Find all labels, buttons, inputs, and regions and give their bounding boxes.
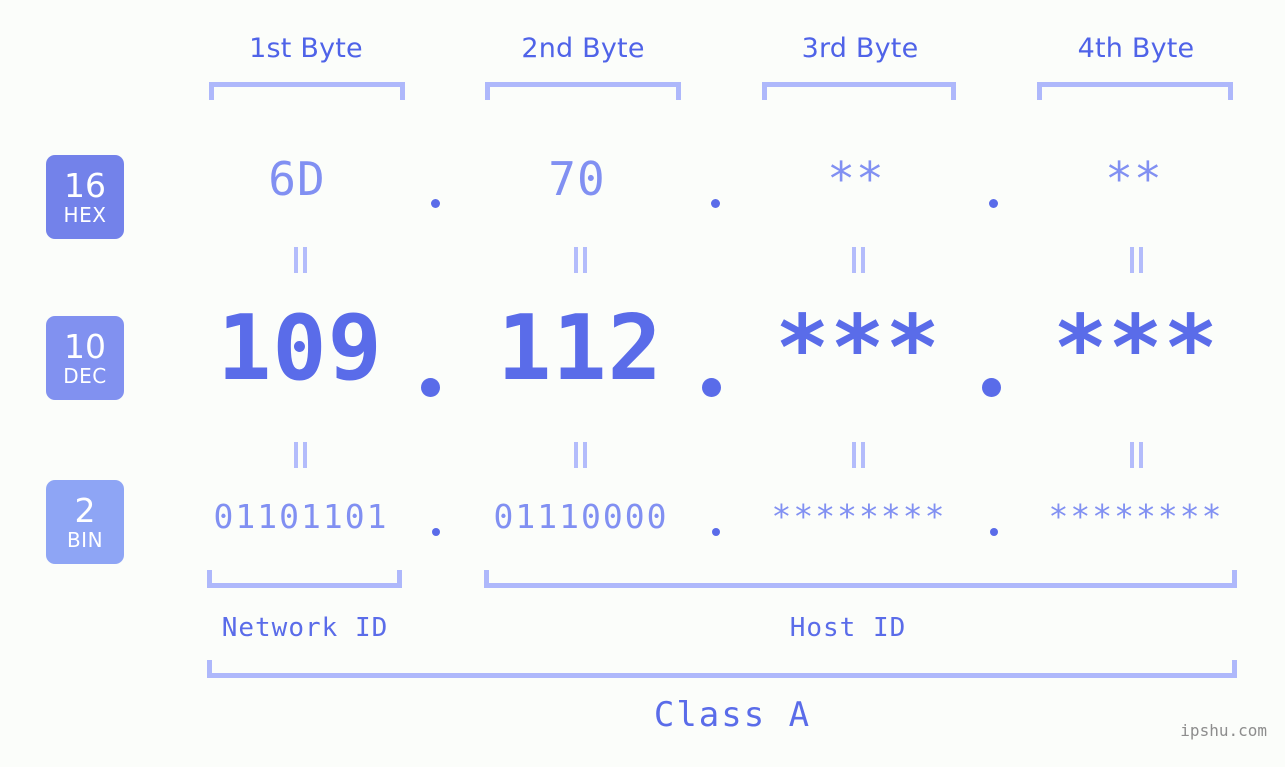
- class-bracket: [207, 660, 1237, 678]
- base-badge-dec-label: DEC: [63, 364, 107, 388]
- network-id-bracket: [207, 570, 402, 588]
- equality-mark-decbin-4: [1130, 442, 1143, 468]
- hex-value-byte-1: 6D: [268, 152, 326, 206]
- byte-bracket-2: [485, 82, 681, 100]
- base-badge-hex: 16 HEX: [46, 155, 124, 239]
- byte-header-1: 1st Byte: [249, 33, 363, 64]
- byte-bracket-4: [1037, 82, 1233, 100]
- base-badge-bin-number: 2: [74, 491, 96, 530]
- hex-value-byte-2: 70: [548, 152, 606, 206]
- byte-header-3: 3rd Byte: [801, 33, 919, 64]
- hex-separator-dot-3: [989, 199, 998, 208]
- equality-mark-decbin-3: [852, 442, 865, 468]
- dec-value-byte-3: ***: [775, 296, 941, 401]
- host-id-bracket: [484, 570, 1237, 588]
- equality-mark-hexdec-2: [574, 247, 587, 273]
- equality-mark-hexdec-3: [852, 247, 865, 273]
- bin-value-byte-3: ********: [771, 497, 947, 536]
- bin-value-byte-4: ********: [1048, 497, 1224, 536]
- dec-value-byte-1: 109: [217, 296, 383, 401]
- hex-separator-dot-1: [431, 199, 440, 208]
- bin-value-byte-2: 01110000: [493, 497, 669, 536]
- byte-bracket-3: [762, 82, 956, 100]
- byte-header-2: 2nd Byte: [521, 33, 645, 64]
- bin-separator-dot-1: [432, 528, 440, 536]
- byte-header-4: 4th Byte: [1077, 33, 1195, 64]
- equality-mark-decbin-1: [294, 442, 307, 468]
- dec-value-byte-4: ***: [1053, 296, 1219, 401]
- equality-mark-decbin-2: [574, 442, 587, 468]
- bin-separator-dot-2: [712, 528, 720, 536]
- base-badge-bin: 2 BIN: [46, 480, 124, 564]
- base-badge-bin-label: BIN: [66, 528, 104, 552]
- byte-bracket-1: [209, 82, 405, 100]
- equality-mark-hexdec-1: [294, 247, 307, 273]
- equality-mark-hexdec-4: [1130, 247, 1143, 273]
- base-badge-dec: 10 DEC: [46, 316, 124, 400]
- class-label: Class A: [653, 695, 812, 735]
- dec-value-byte-2: 112: [497, 296, 663, 401]
- hex-value-byte-3: **: [827, 152, 885, 206]
- host-id-label: Host ID: [789, 613, 907, 643]
- ip-address-breakdown-diagram: 1st Byte 2nd Byte 3rd Byte 4th Byte 16 H…: [0, 0, 1285, 767]
- hex-value-byte-4: **: [1105, 152, 1163, 206]
- hex-separator-dot-2: [711, 199, 720, 208]
- network-id-label: Network ID: [221, 613, 389, 643]
- base-badge-hex-number: 16: [64, 166, 106, 205]
- base-badge-dec-number: 10: [64, 327, 106, 366]
- site-watermark: ipshu.com: [1180, 721, 1267, 740]
- bin-value-byte-1: 01101101: [213, 497, 389, 536]
- dec-separator-dot-1: [421, 378, 440, 397]
- dec-separator-dot-2: [702, 378, 721, 397]
- bin-separator-dot-3: [990, 528, 998, 536]
- dec-separator-dot-3: [982, 378, 1001, 397]
- base-badge-hex-label: HEX: [63, 203, 107, 227]
